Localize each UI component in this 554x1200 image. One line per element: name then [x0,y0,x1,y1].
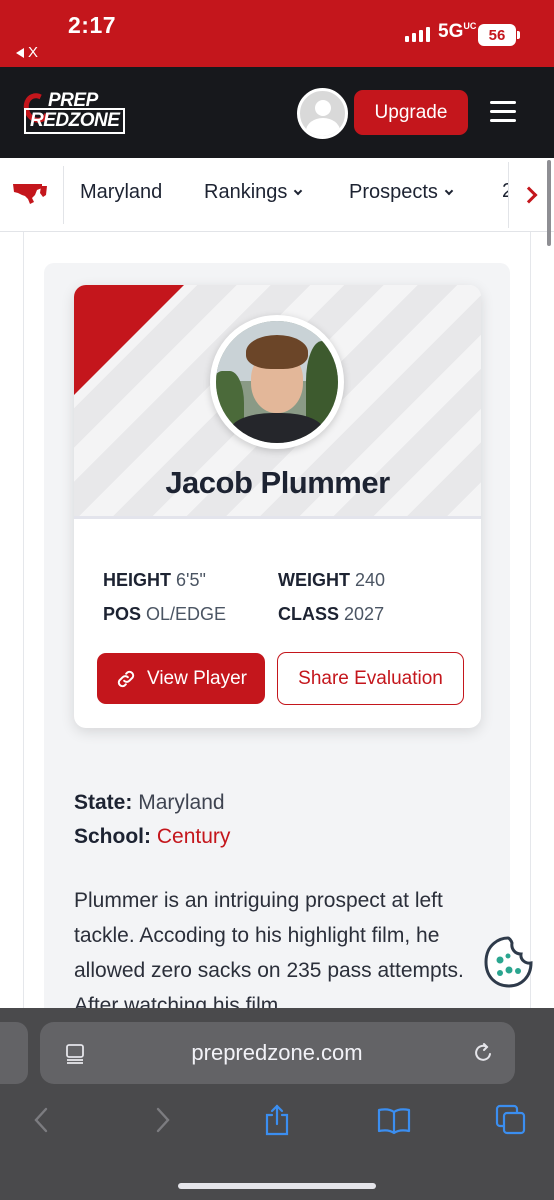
user-avatar[interactable] [297,88,348,139]
logo-text-bottom: REDZONE [24,108,126,134]
share-evaluation-button[interactable]: Share Evaluation [277,652,464,705]
home-indicator[interactable] [178,1183,376,1189]
nav-divider [63,166,64,224]
nav-item-maryland[interactable]: Maryland [80,181,162,204]
chevron-down-icon [294,186,303,195]
school-link[interactable]: Century [157,825,231,848]
stat-weight: WEIGHT 240 [278,570,386,590]
site-header: PREP REDZONE [0,67,554,158]
maryland-map-icon [13,184,47,204]
nav-item-label: Rankings [204,181,288,203]
nav-item-label: Prospects [349,181,438,203]
player-name: Jacob Plummer [165,465,390,500]
scrollbar-thumb[interactable] [547,160,551,246]
red-corner-accent [74,285,184,395]
state-label: State: [74,791,133,814]
share-icon[interactable] [260,1103,294,1137]
nav-item-rankings[interactable]: Rankings [204,181,303,204]
player-card: Jacob Plummer HEIGHT 6'5" WEIGHT 240 POS… [74,285,481,728]
state-value: Maryland [138,791,225,814]
tabs-icon[interactable] [494,1103,528,1137]
bookmarks-icon[interactable] [377,1103,411,1137]
avatar-head [315,100,331,116]
player-bio: Plummer is an intriguing prospect at lef… [74,889,464,1017]
upgrade-button[interactable]: Upgrade [354,90,468,135]
school-label: School: [74,825,151,848]
stat-height: HEIGHT 6'5" [103,570,206,590]
status-bar: 2:17 X 5GUC 56 [0,0,554,67]
back-app-label: X [28,44,39,61]
forward-icon[interactable] [144,1103,178,1137]
back-to-app[interactable]: X [16,44,38,61]
player-photo [210,315,344,449]
hamburger-menu-icon[interactable] [490,101,516,123]
signal-icon [405,26,430,42]
reload-icon[interactable] [470,1040,496,1066]
nav-item-prospects[interactable]: Prospects [349,181,454,204]
back-icon[interactable] [26,1103,60,1137]
network-type: 5GUC [438,21,477,42]
cookie-consent-icon[interactable] [478,932,538,992]
prepredzone-logo[interactable]: PREP REDZONE [19,89,149,136]
state-line: State: Maryland [74,791,225,815]
player-card-banner: Jacob Plummer [74,285,481,519]
nav-item-label: Maryland [80,181,163,203]
status-time: 2:17 [68,12,117,38]
view-player-label: View Player [147,667,247,689]
avatar-body [306,118,340,136]
school-line: School: Century [74,825,230,849]
chevron-down-icon [444,186,454,195]
back-arrow-icon [16,47,24,58]
link-icon [117,670,135,687]
stat-class: CLASS 2027 [278,604,385,624]
view-player-button[interactable]: View Player [97,653,265,704]
stat-position: POS OL/EDGE [103,604,227,624]
battery-icon: 56 [478,24,520,46]
chevron-right-icon [520,186,537,204]
